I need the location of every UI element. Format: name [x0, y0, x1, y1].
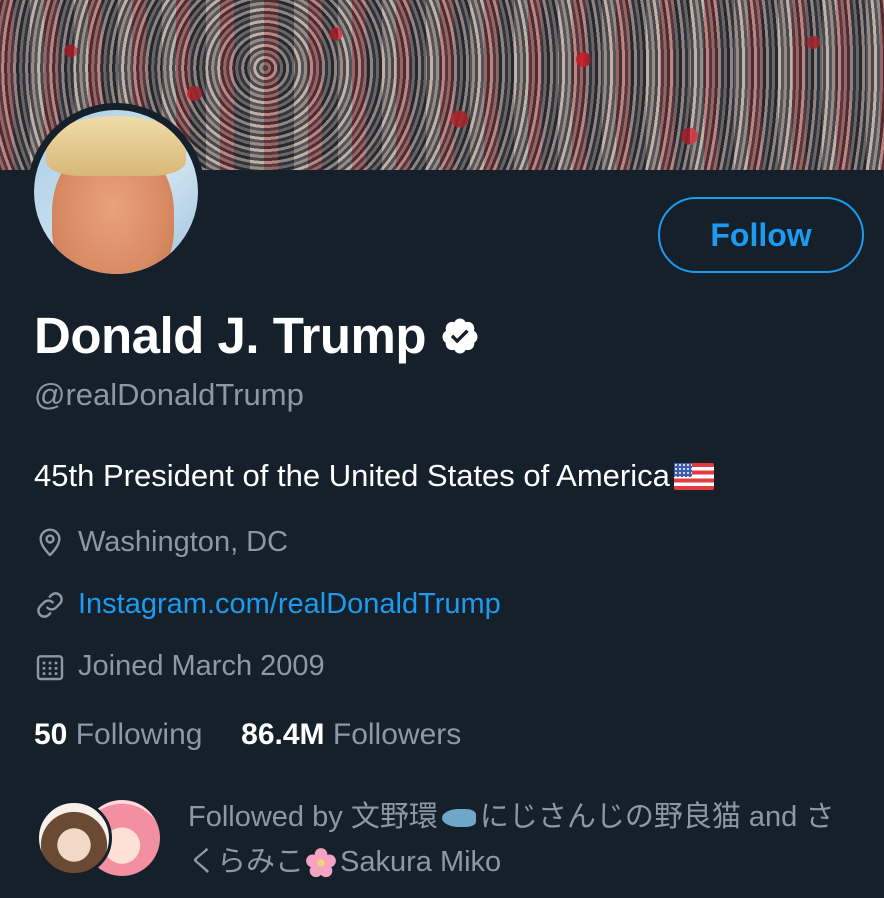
followed-by-user: にじさんじの野良猫 — [479, 801, 741, 833]
followed-by-user: 文野環 — [350, 801, 438, 833]
followers-link[interactable]: 86.4M Followers — [241, 718, 461, 751]
profile-website[interactable]: Instagram.com/realDonaldTrump — [34, 588, 501, 621]
avatar-image — [34, 110, 198, 274]
follow-button[interactable]: Follow — [658, 197, 864, 273]
website-link[interactable]: Instagram.com/realDonaldTrump — [78, 588, 501, 621]
profile-bio: 45th President of the United States of A… — [34, 458, 714, 494]
us-flag-icon — [673, 462, 714, 490]
followed-by-prefix: Followed by — [188, 801, 351, 833]
following-count: 50 — [34, 718, 68, 751]
profile-joined: Joined March 2009 — [34, 650, 325, 683]
location-pin-icon — [39, 527, 61, 557]
location-text: Washington, DC — [78, 526, 289, 558]
display-name: Donald J. Trump — [34, 307, 427, 364]
followers-label: Followers — [332, 718, 462, 751]
profile-location: Washington, DC — [34, 526, 288, 559]
profile-name: Donald J. Trump — [34, 306, 480, 365]
verified-badge-icon — [442, 318, 478, 353]
followed-by-user: Sakura Miko — [340, 846, 502, 878]
joined-text: Joined March 2009 — [78, 650, 325, 682]
followed-by-joiner: and — [740, 801, 806, 833]
following-link[interactable]: 50 Following — [34, 718, 211, 751]
followed-by-text[interactable]: Followed by 文野環 にじさんじの野良猫 and さくらみこ Sakur… — [188, 795, 858, 885]
profile-handle: @realDonaldTrump — [34, 377, 304, 412]
following-label: Following — [75, 718, 203, 751]
bio-text: 45th President of the United States of A… — [34, 458, 670, 493]
profile-avatar[interactable] — [27, 103, 205, 281]
followers-count: 86.4M — [241, 718, 325, 751]
follower-avatar — [36, 800, 112, 876]
cherry-blossom-icon — [306, 848, 336, 878]
fish-emoji-icon — [441, 809, 476, 828]
followed-by-avatars[interactable] — [36, 800, 166, 880]
profile-stats: 50 Following 86.4M Followers — [34, 718, 461, 752]
link-icon — [37, 591, 63, 618]
calendar-icon — [36, 654, 64, 680]
